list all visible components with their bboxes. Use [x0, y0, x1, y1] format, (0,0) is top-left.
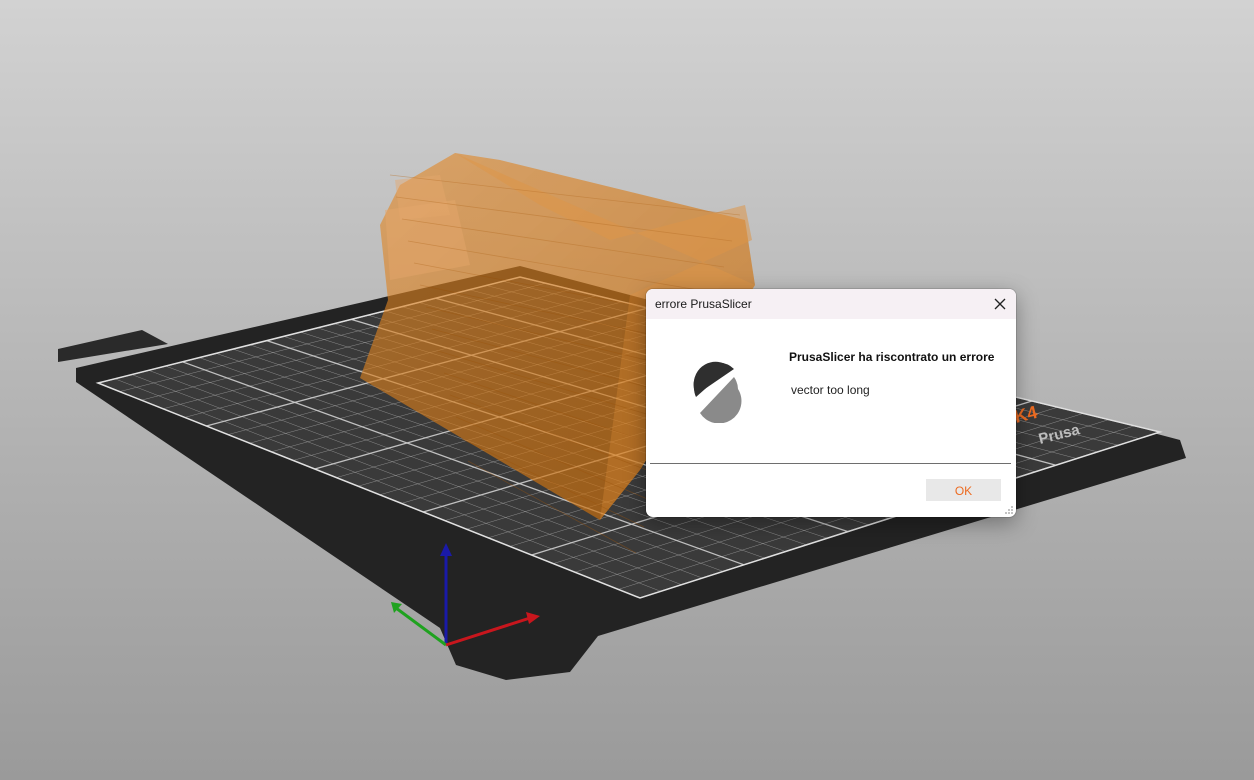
- dialog-titlebar[interactable]: errore PrusaSlicer: [646, 289, 1016, 319]
- error-message: vector too long: [791, 383, 870, 397]
- prusaslicer-logo-icon: [690, 359, 742, 424]
- error-dialog: errore PrusaSlicer PrusaSlicer ha riscon…: [646, 289, 1016, 517]
- resize-grip-icon[interactable]: [1004, 505, 1014, 515]
- dialog-title: errore PrusaSlicer: [655, 297, 752, 311]
- dialog-divider: [650, 463, 1011, 464]
- close-button[interactable]: [984, 289, 1016, 319]
- 3d-viewport[interactable]: K4 Prusa: [0, 0, 1254, 780]
- close-icon: [994, 298, 1006, 310]
- ok-button[interactable]: OK: [926, 479, 1001, 501]
- error-heading: PrusaSlicer ha riscontrato un errore: [789, 350, 995, 364]
